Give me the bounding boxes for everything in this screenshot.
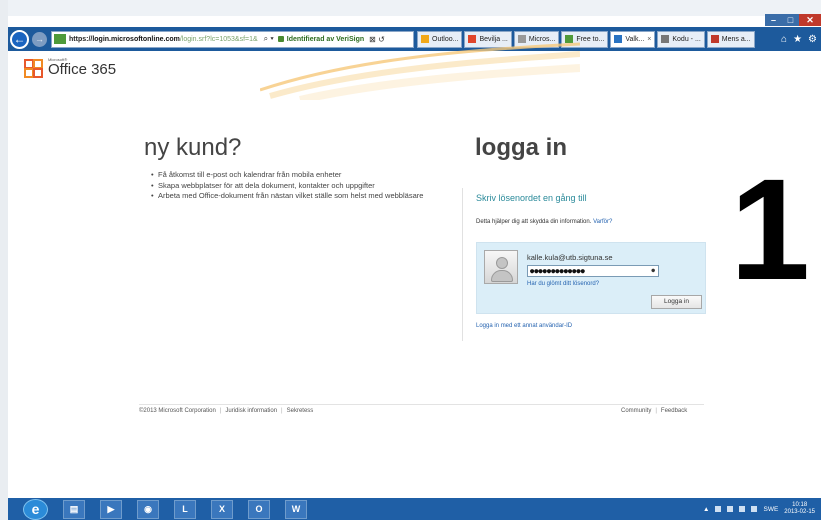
power-icon[interactable]: [727, 506, 734, 512]
flag-icon[interactable]: [715, 506, 722, 512]
tab-close-icon[interactable]: ×: [647, 36, 651, 43]
ie-taskbar-icon[interactable]: e: [23, 498, 48, 520]
community-link[interactable]: Community: [621, 408, 651, 414]
settings-gear-icon[interactable]: ⚙: [808, 34, 817, 45]
password-field[interactable]: ●●●●●●●●●●●●● ●: [527, 265, 659, 277]
list-item: Få åtkomst till e-post och kalendrar frå…: [151, 170, 458, 181]
brand-microsoft-label: Microsoft®: [48, 57, 68, 62]
login-panel: kalle.kula@utb.sigtuna.se ●●●●●●●●●●●●● …: [476, 242, 706, 314]
footer-separator: |: [655, 408, 657, 414]
window-caption-buttons: – □ ✕: [765, 14, 821, 26]
favorites-star-icon[interactable]: ★: [793, 34, 802, 45]
tab-favicon-icon: [710, 35, 719, 43]
browser-tab[interactable]: Valk... ×: [610, 30, 656, 48]
back-icon[interactable]: ←: [10, 29, 29, 49]
browser-right-icons: ⌂ ★ ⚙: [781, 34, 821, 45]
new-customer-heading: ny kund?: [144, 134, 242, 161]
copyright-text: ©2013 Microsoft Corporation: [139, 408, 216, 414]
taskbar-apps: ▤ ▶ ◉ L X O W: [48, 499, 307, 519]
clock[interactable]: 10:18 2013-02-15: [784, 502, 815, 516]
lync-icon[interactable]: L: [174, 499, 196, 519]
step-number-annotation: 1: [730, 149, 811, 310]
explorer-icon[interactable]: ▤: [63, 499, 85, 519]
system-tray: ▲ SWE 10:18 2013-02-15: [703, 502, 821, 516]
tray-arrow-icon[interactable]: ▲: [703, 506, 709, 513]
feedback-link[interactable]: Feedback: [661, 408, 687, 414]
tab-favicon-icon: [614, 35, 623, 43]
window-frame-top: [0, 0, 821, 16]
office365-brand: Office 365: [24, 58, 116, 80]
volume-icon[interactable]: [751, 506, 758, 512]
windows-taskbar: e ▤ ▶ ◉ L X O W ▲ SWE 10:18 2013-02-15: [8, 498, 821, 520]
footer-left: ©2013 Microsoft Corporation | Juridisk i…: [139, 408, 313, 414]
footer-separator: |: [281, 408, 283, 414]
office-logo-icon: [24, 58, 46, 80]
tab-label: Valk...: [625, 35, 645, 43]
password-prompt: Skriv lösenordet en gång till: [476, 193, 587, 203]
password-reveal-icon[interactable]: ●: [651, 266, 655, 276]
media-player-icon[interactable]: ▶: [100, 499, 122, 519]
tab-favicon-icon: [661, 35, 670, 43]
network-icon[interactable]: [739, 506, 746, 512]
privacy-link[interactable]: Sekretess: [287, 408, 314, 414]
language-indicator[interactable]: SWE: [763, 506, 778, 513]
close-button[interactable]: ✕: [799, 14, 821, 26]
excel-icon[interactable]: X: [211, 499, 233, 519]
sign-in-button[interactable]: Logga in: [651, 295, 702, 309]
maximize-button[interactable]: □: [782, 14, 799, 26]
help-text: Detta hjälper dig att skydda din informa…: [476, 219, 612, 225]
forgot-password-link[interactable]: Har du glömt ditt lösenord?: [527, 281, 599, 287]
forward-icon[interactable]: →: [32, 31, 47, 47]
brand-name: Office 365: [48, 60, 117, 78]
browser-tab[interactable]: Kodu - ...: [657, 30, 705, 48]
outlook-icon[interactable]: O: [248, 499, 270, 519]
header-swoosh-decoration: [260, 42, 580, 100]
window-frame-left: [0, 0, 8, 520]
home-icon[interactable]: ⌂: [781, 34, 787, 45]
clock-time: 10:18: [792, 502, 808, 508]
user-avatar-icon: [484, 250, 518, 284]
footer-right: Community | Feedback: [621, 408, 687, 414]
chrome-icon[interactable]: ◉: [137, 499, 159, 519]
word-icon[interactable]: W: [285, 499, 307, 519]
site-favicon-icon: [54, 34, 66, 44]
login-divider: [462, 188, 463, 341]
url-host: login.microsoftonline.com: [92, 35, 180, 43]
tab-label: Mens a...: [721, 35, 751, 43]
tab-label: Kodu - ...: [672, 35, 701, 43]
footer-divider: [139, 404, 704, 405]
browser-tab[interactable]: Mens a...: [706, 30, 755, 48]
login-heading: logga in: [475, 134, 567, 161]
clock-date: 2013-02-15: [784, 509, 815, 515]
minimize-button[interactable]: –: [765, 14, 782, 26]
url-scheme: https://: [69, 35, 93, 43]
other-user-link[interactable]: Logga in med ett annat användar-ID: [476, 323, 572, 329]
why-link[interactable]: Varför?: [593, 219, 612, 225]
tab-label: Free to...: [576, 35, 605, 43]
benefits-list: Få åtkomst till e-post och kalendrar frå…: [151, 170, 458, 202]
list-item: Arbeta med Office-dokument från nästan v…: [151, 191, 458, 202]
url-path: /login.srf?lc=1053&sf=1&: [179, 35, 258, 43]
username-display: kalle.kula@utb.sigtuna.se: [527, 253, 613, 262]
footer-separator: |: [219, 408, 222, 414]
help-message: Detta hjälper dig att skydda din informa…: [476, 219, 592, 225]
list-item: Skapa webbplatser för att dela dokument,…: [151, 181, 458, 192]
password-mask: ●●●●●●●●●●●●●: [530, 267, 585, 275]
legal-link[interactable]: Juridisk information: [225, 408, 277, 414]
